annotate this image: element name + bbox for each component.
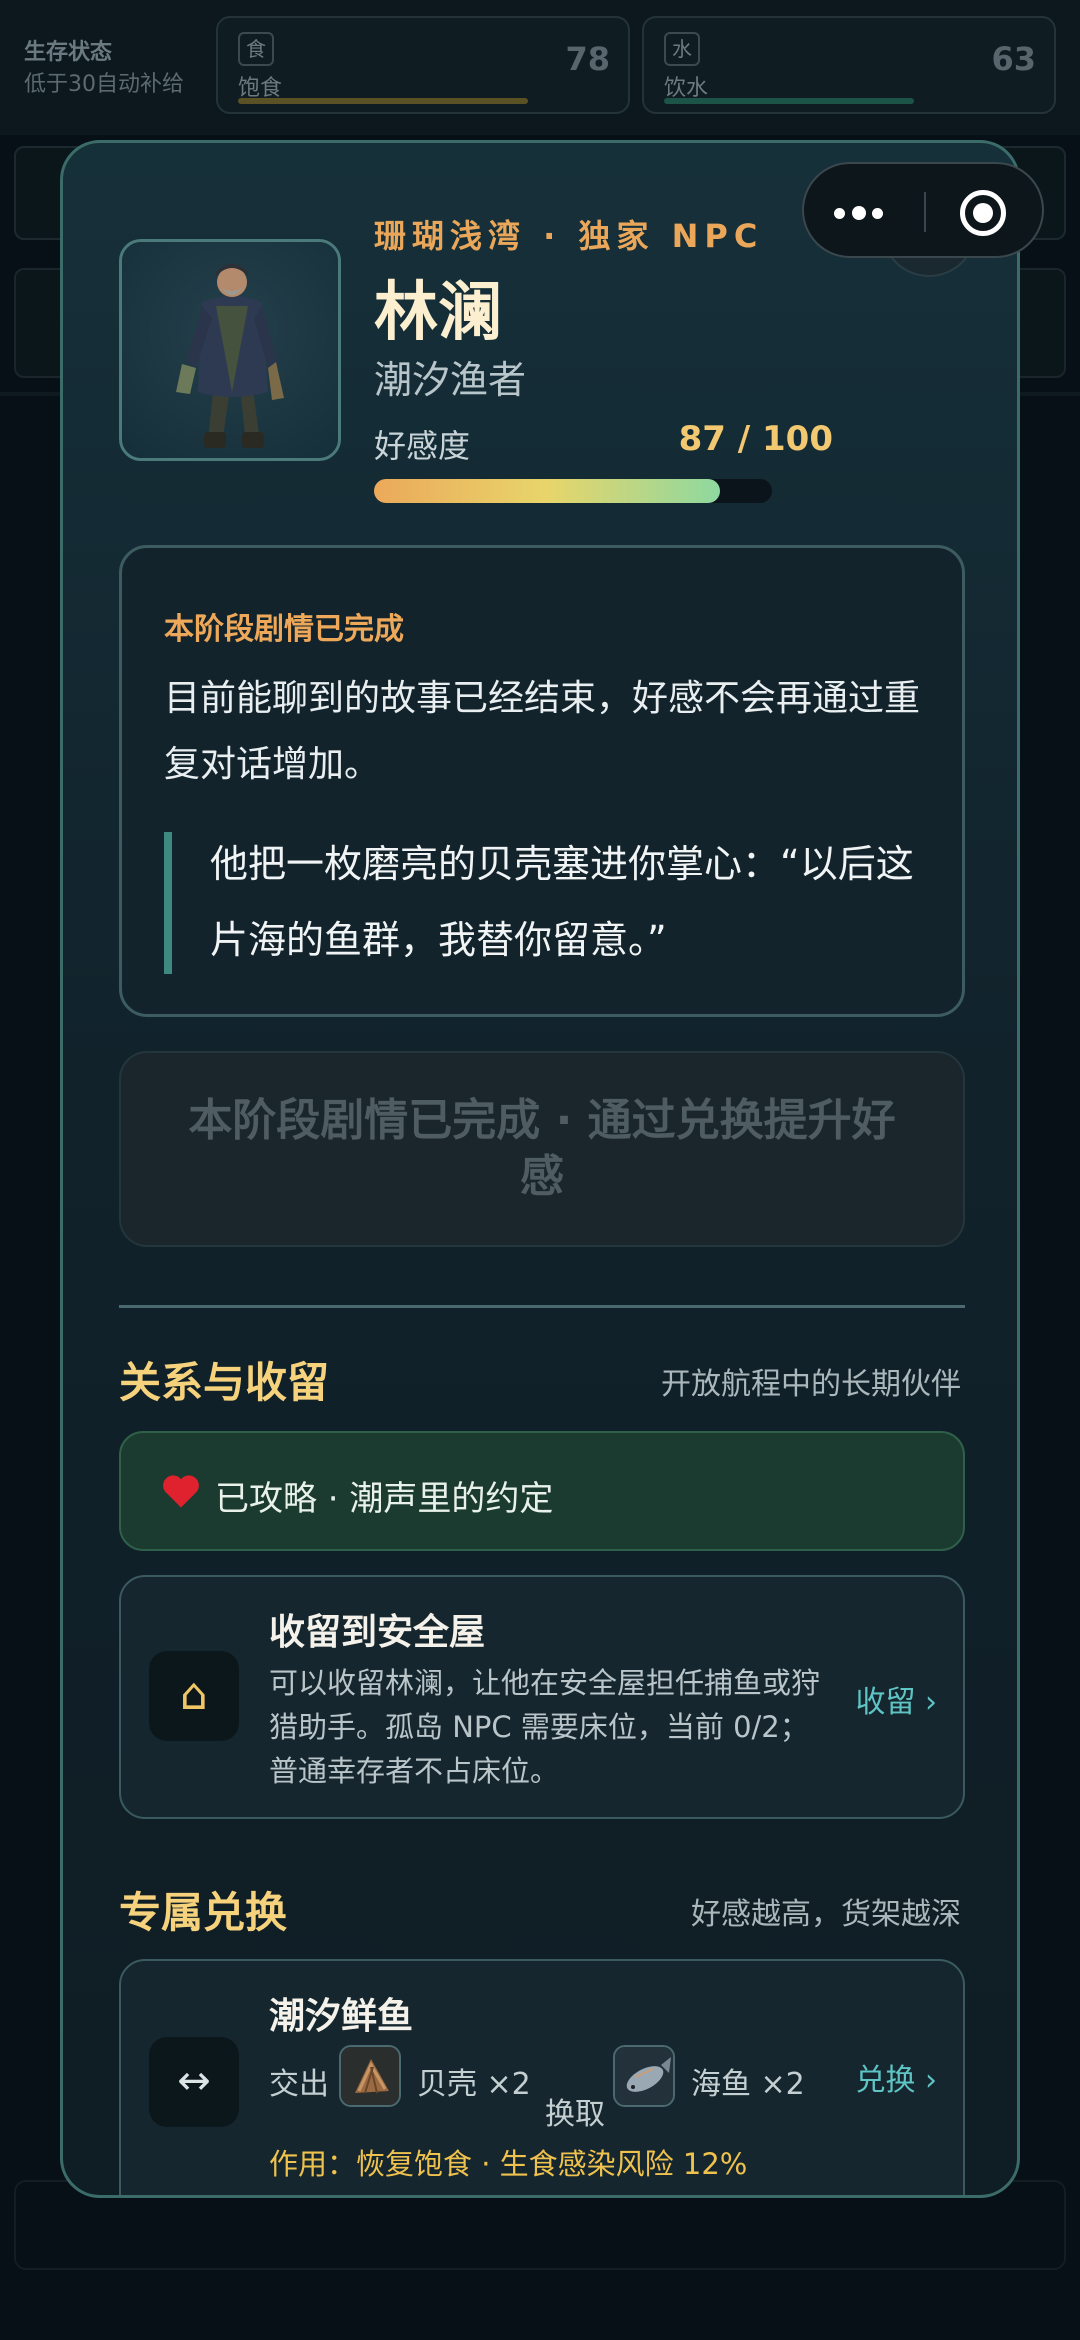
get-item: 海鱼 ×2 <box>691 2067 805 2102</box>
get-label: 换取 <box>545 2097 605 2132</box>
story-exchange-button[interactable]: 本阶段剧情已完成 · 通过兑换提升好感 <box>119 1051 965 1247</box>
npc-role: 潮汐渔者 <box>374 358 527 402</box>
hunger-bar <box>238 98 528 104</box>
background-header: 生存状态 低于30自动补给 食 饱食 78 水 饮水 63 <box>0 0 1080 135</box>
hunger-icon: 食 <box>238 32 274 66</box>
hunger-value: 78 <box>565 40 610 78</box>
thirst-meter: 水 饮水 63 <box>642 16 1056 114</box>
trade-effect: 作用：恢复饱食 · 生食感染风险 12% <box>269 2147 748 2181</box>
npc-name: 林澜 <box>374 276 502 350</box>
npc-region: 珊瑚浅湾 · 独家 NPC <box>374 217 764 255</box>
status-label: 生存状态 <box>24 40 113 65</box>
give-item: 贝壳 ×2 <box>417 2067 531 2102</box>
capsule-divider <box>924 192 926 232</box>
npc-portrait <box>119 239 341 461</box>
shell-icon <box>339 2045 401 2107</box>
hunger-meter: 食 饱食 78 <box>216 16 630 114</box>
heart-icon <box>163 1475 199 1508</box>
story-description: 目前能聊到的故事已经结束，好感不会再通过重复对话增加。 <box>164 678 921 785</box>
shelter-description: 可以收留林澜，让他在安全屋担任捕鱼或狩猎助手。孤岛 NPC 需要床位，当前 0/… <box>269 1666 821 1788</box>
house-icon: ⌂ <box>149 1651 239 1741</box>
thirst-value: 63 <box>991 40 1036 78</box>
miniprogram-capsule <box>802 162 1044 258</box>
story-title: 本阶段剧情已完成 <box>164 612 404 647</box>
shelter-button[interactable]: 收留 › <box>855 1677 937 1721</box>
fisherman-figure <box>122 242 338 458</box>
fish-icon <box>613 2045 675 2107</box>
affinity-value: 87 / 100 <box>678 419 833 459</box>
give-label: 交出 <box>269 2067 329 2102</box>
quote-bar <box>164 832 172 974</box>
story-status-card: 本阶段剧情已完成 目前能聊到的故事已经结束，好感不会再通过重复对话增加。 他把一… <box>119 545 965 1017</box>
affinity-bar <box>374 479 772 503</box>
bond-status-text: 已攻略 · 潮声里的约定 <box>215 1479 554 1519</box>
water-icon: 水 <box>664 32 700 66</box>
target-icon[interactable] <box>960 190 1006 236</box>
relation-section-hint: 开放航程中的长期伙伴 <box>661 1367 961 1402</box>
trade-button[interactable]: 兑换 › <box>855 2055 937 2099</box>
affinity-label: 好感度 <box>374 427 471 465</box>
trade-section-hint: 好感越高，货架越深 <box>691 1897 961 1932</box>
status-sub: 低于30自动补给 <box>24 72 184 97</box>
npc-dialog: ✕ <box>60 140 1020 2198</box>
npc-quote: 他把一枚磨亮的贝壳塞进你掌心：“以后这片海的鱼群，我替你留意。” <box>210 842 914 962</box>
relation-section-title: 关系与收留 <box>119 1358 330 1407</box>
thirst-bar <box>664 98 914 104</box>
exchange-icon: ↔ <box>149 2037 239 2127</box>
bond-status-card: 已攻略 · 潮声里的约定 <box>119 1431 965 1551</box>
affinity-bar-fill <box>374 479 721 503</box>
shelter-title: 收留到安全屋 <box>269 1612 486 1653</box>
trade-section-title: 专属兑换 <box>119 1888 288 1937</box>
section-divider <box>119 1305 965 1308</box>
trade-card[interactable]: ↔ 潮汐鲜鱼 交出 贝壳 ×2 换取 海鱼 ×2 作用：恢复饱食 · 生食感染风… <box>119 1959 965 2195</box>
trade-item-title: 潮汐鲜鱼 <box>269 1996 414 2037</box>
shelter-card[interactable]: ⌂ 收留到安全屋 可以收留林澜，让他在安全屋担任捕鱼或狩猎助手。孤岛 NPC 需… <box>119 1575 965 1819</box>
